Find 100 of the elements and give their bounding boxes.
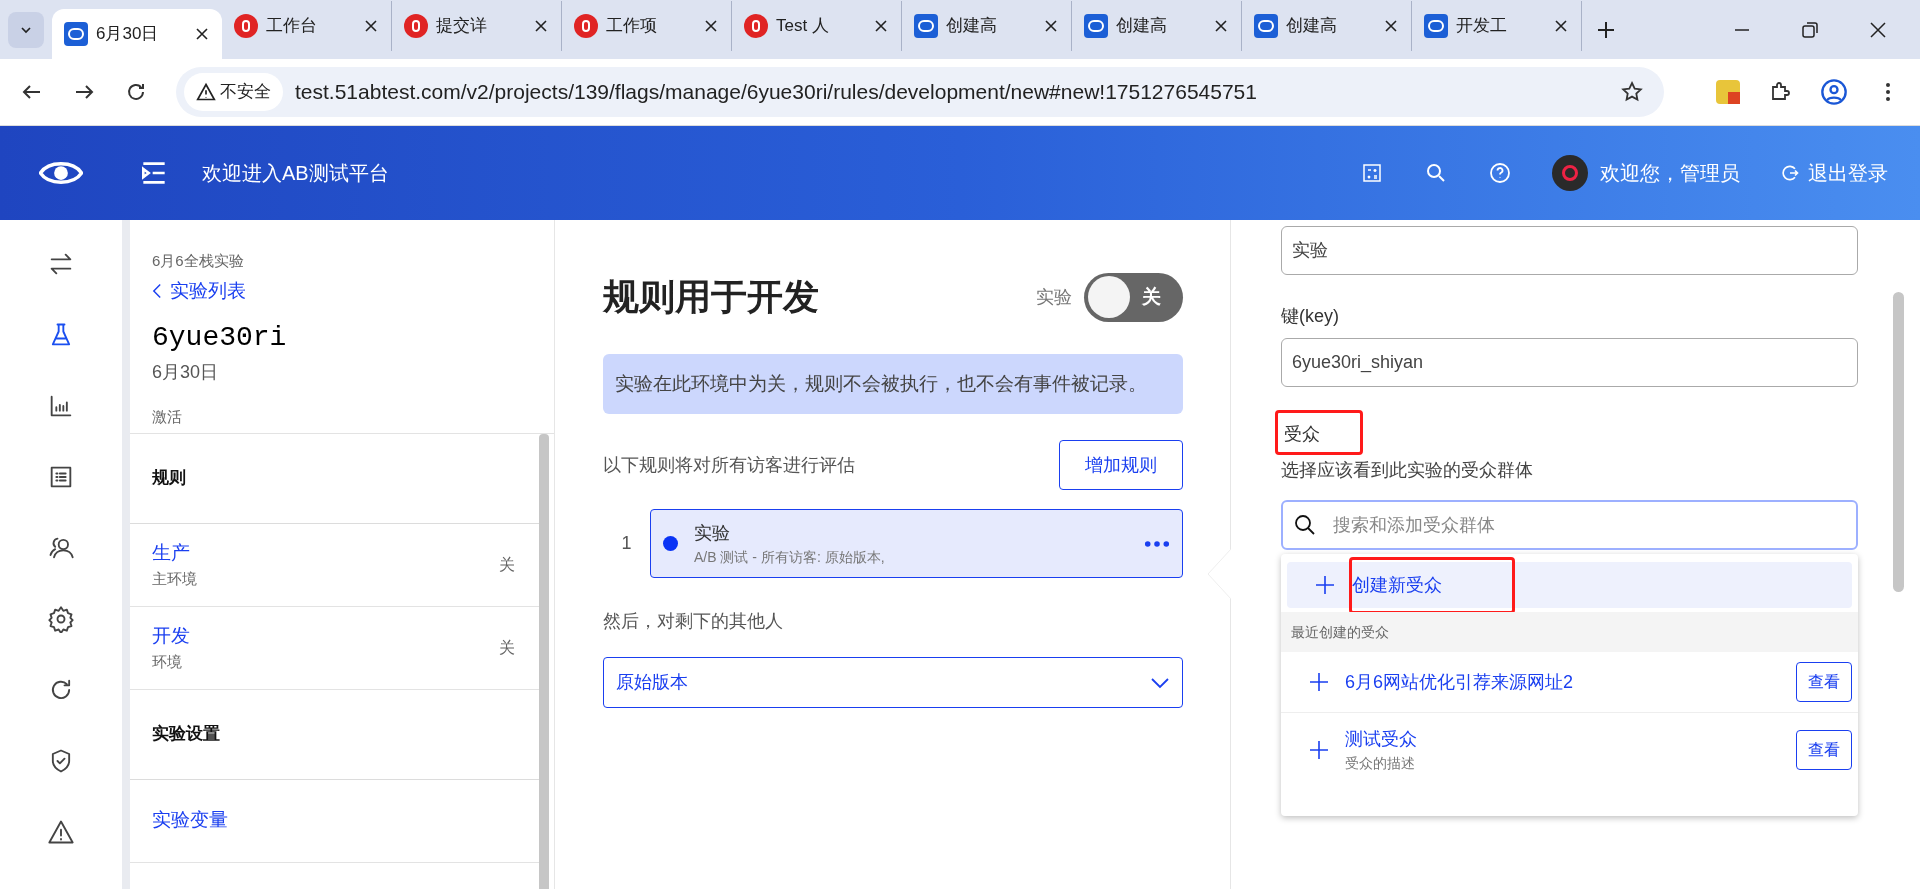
address-bar[interactable]: 不安全 test.51abtest.com/v2/projects/139/flags/manage/6yue30ri/rules/development/new#new!1751276545751 [176, 67, 1664, 117]
close-icon[interactable] [533, 18, 549, 34]
environment-name: 生产 [152, 541, 191, 565]
key-label: 键(key) [1281, 305, 1340, 328]
page-title: 规则用于开发 [603, 275, 820, 319]
notice-banner: 实验在此环境中为关，规则不会被执行，也不会有事件被记录。 [603, 354, 1183, 414]
extension-icon[interactable] [1716, 80, 1740, 104]
tab-title: 6月30日 [96, 23, 160, 46]
eye-logo-icon [1424, 14, 1448, 38]
help-icon[interactable] [1488, 161, 1512, 185]
browser-tab[interactable]: 提交详 [392, 1, 562, 51]
tab-title: 提交详 [436, 15, 488, 38]
browser-tab[interactable]: 创建高 [1242, 1, 1412, 51]
environment-type: 主环境 [152, 568, 198, 589]
flag-key: 6yue30ri [152, 317, 554, 359]
search-icon [1293, 513, 1317, 537]
eye-logo-icon [39, 159, 83, 187]
tab-title: 创建高 [1286, 15, 1338, 38]
rule-number: 1 [620, 532, 633, 555]
tab-title: 创建高 [946, 15, 998, 38]
audience-hint: 选择应该看到此实验的受众群体 [1281, 459, 1534, 482]
browser-tab[interactable]: Test 人 [732, 1, 902, 51]
variation-dropdown[interactable]: 原始版本 [603, 657, 1183, 708]
warning-icon [196, 82, 216, 102]
fallback-label: 然后，对剩下的其他人 [603, 610, 784, 633]
eye-logo-icon [1084, 14, 1108, 38]
section-heading: 规则 [152, 467, 186, 490]
add-rule-button[interactable]: 增加规则 [1059, 440, 1183, 490]
more-icon[interactable] [1144, 539, 1170, 548]
audience-item[interactable]: 6月6网站优化引荐来源网址2 查看 [1281, 652, 1858, 712]
calculator-icon[interactable] [1360, 161, 1384, 185]
logout-icon [1780, 163, 1800, 183]
audience-search-field[interactable]: 搜索和添加受众群体 [1281, 500, 1858, 550]
view-button[interactable]: 查看 [1796, 662, 1852, 702]
url-text: test.51abtest.com/v2/projects/139/flags/manage/6yue30ri/rules/development/new#new!1751276545751 [295, 79, 1258, 106]
plus-icon [1309, 672, 1329, 692]
environment-status: 关 [499, 637, 515, 658]
section-heading: 实验设置 [152, 723, 220, 746]
environment-status: 关 [499, 554, 515, 575]
chevron-down-icon [1150, 676, 1170, 689]
user-greeting: 欢迎您，管理员 [1600, 161, 1740, 186]
eye-logo-icon [64, 22, 88, 46]
chevron-left-icon [152, 282, 162, 299]
rule-card[interactable]: 实验 A/B 测试 - 所有访客: 原始版本, [650, 509, 1183, 578]
toggle-switch[interactable]: 关 [1084, 272, 1183, 322]
close-icon[interactable] [1553, 18, 1569, 34]
avatar-icon[interactable] [1552, 155, 1588, 191]
environment-type: 环境 [152, 651, 183, 672]
browser-tab[interactable]: 开发工 [1412, 1, 1582, 51]
round-logo-icon [234, 14, 258, 38]
browser-tab[interactable]: 6月30日 [52, 9, 222, 59]
tab-title: 工作台 [266, 15, 318, 38]
profile-icon[interactable] [1820, 78, 1848, 106]
security-chip[interactable]: 不安全 [184, 73, 283, 111]
eye-logo-icon [1254, 14, 1278, 38]
rule-name: 实验 [694, 521, 731, 545]
round-logo-icon [574, 14, 598, 38]
browser-tab[interactable]: 创建高 [902, 1, 1072, 51]
close-icon[interactable] [1868, 19, 1888, 40]
plus-icon [1309, 739, 1329, 760]
audience-name: 测试受众 [1345, 727, 1418, 751]
round-logo-icon [404, 14, 428, 38]
tab-title: 创建高 [1116, 15, 1168, 38]
app-title: 欢迎进入AB测试平台 [202, 161, 389, 186]
audience-description: 受众的描述 [1345, 753, 1416, 773]
back-link[interactable]: 实验列表 [152, 276, 554, 305]
close-icon[interactable] [1383, 18, 1399, 34]
variables-link[interactable]: 实验变量 [152, 806, 228, 835]
audience-name: 6月6网站优化引荐来源网址2 [1345, 670, 1575, 694]
tab-title: Test 人 [776, 15, 830, 38]
audience-label: 受众 [1275, 410, 1363, 455]
close-icon[interactable] [194, 26, 210, 42]
flag-status: 激活 [152, 407, 183, 427]
recent-heading: 最近创建的受众 [1291, 622, 1389, 642]
name-field[interactable]: 实验 [1281, 226, 1858, 275]
view-button[interactable]: 查看 [1796, 729, 1852, 770]
eye-logo-icon [914, 14, 938, 38]
key-field[interactable]: 6yue30ri_shiyan [1281, 338, 1858, 387]
scrollbar-thumb[interactable] [1893, 292, 1904, 592]
flag-date: 6月30日 [152, 361, 220, 384]
project-name: 6月6全栈实验 [152, 251, 245, 271]
rule-summary: A/B 测试 - 所有访客: 原始版本, [694, 547, 886, 567]
close-icon[interactable] [363, 18, 379, 34]
browser-tab[interactable]: 工作台 [222, 1, 392, 51]
close-icon[interactable] [1213, 18, 1229, 34]
browser-tab[interactable]: 工作项 [562, 1, 732, 51]
restore-icon[interactable] [1800, 19, 1820, 40]
environment-name: 开发 [152, 624, 191, 648]
tab-title: 开发工 [1456, 15, 1508, 38]
toggle-label: 实验 [1036, 285, 1072, 309]
browser-tab[interactable]: 创建高 [1072, 1, 1242, 51]
star-icon[interactable] [1620, 80, 1644, 104]
close-icon[interactable] [873, 18, 889, 34]
close-icon[interactable] [703, 18, 719, 34]
round-logo-icon [744, 14, 768, 38]
rules-intro: 以下规则将对所有访客进行评估 [603, 453, 856, 477]
scrollbar-thumb[interactable] [539, 433, 549, 889]
close-icon[interactable] [1043, 18, 1059, 34]
audience-item[interactable]: 测试受众 受众的描述 查看 [1281, 712, 1858, 786]
tab-title: 工作项 [606, 15, 658, 38]
